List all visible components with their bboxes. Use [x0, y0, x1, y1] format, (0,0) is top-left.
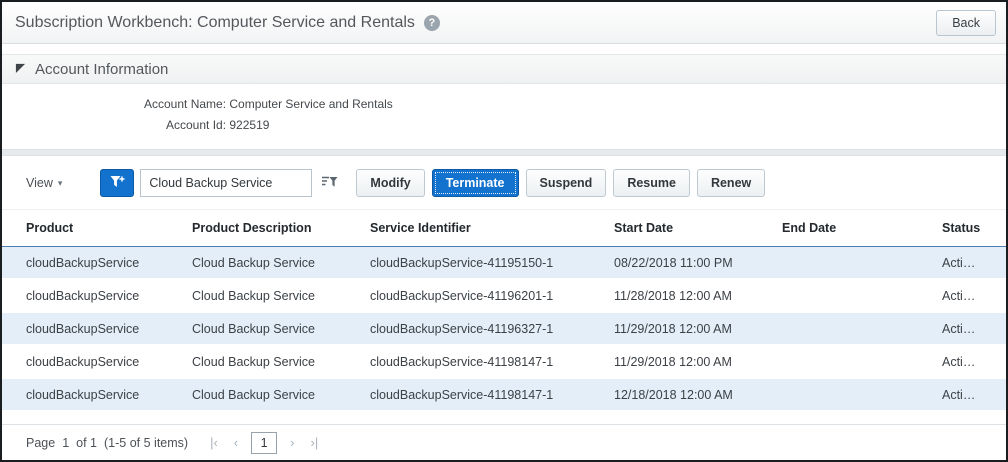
table-toolbar: View ▾ Modify Terminate Suspend [2, 156, 1006, 209]
table-body: cloudBackupService Cloud Backup Service … [2, 247, 1006, 412]
items-summary: (1-5 of 5 items) [104, 436, 188, 450]
page-number-text: 1 [62, 436, 69, 450]
table-row[interactable]: cloudBackupService Cloud Backup Service … [2, 313, 1006, 346]
pagination-bar: Page 1 of 1 (1-5 of 5 items) |‹ ‹ 1 › ›| [2, 424, 1006, 460]
column-header-start-date[interactable]: Start Date [614, 221, 782, 235]
column-header-service-identifier[interactable]: Service Identifier [370, 221, 614, 235]
query-filter-button[interactable] [314, 169, 344, 197]
column-header-end-date[interactable]: End Date [782, 221, 942, 235]
cell-status: Active [942, 289, 976, 303]
account-id-text: Account Id: 922519 [166, 118, 1006, 132]
next-page-icon[interactable]: › [282, 435, 302, 450]
funnel-lines-icon [321, 175, 338, 192]
cell-product: cloudBackupService [26, 256, 192, 270]
funnel-plus-icon [110, 175, 125, 192]
cell-service-identifier: cloudBackupService-41196201-1 [370, 289, 614, 303]
table-row[interactable]: cloudBackupService Cloud Backup Service … [2, 379, 1006, 412]
page-of-label: of 1 [76, 436, 97, 450]
modify-button[interactable]: Modify [356, 169, 424, 197]
account-section-title: Account Information [35, 61, 168, 78]
cell-status: Active [942, 256, 976, 270]
cell-service-identifier: cloudBackupService-41198147-1 [370, 388, 614, 402]
collapse-triangle-icon [15, 60, 26, 78]
column-header-status[interactable]: Status [942, 221, 980, 235]
cell-start-date: 08/22/2018 11:00 PM [614, 256, 782, 270]
cell-product-description: Cloud Backup Service [192, 256, 370, 270]
table-row[interactable]: cloudBackupService Cloud Backup Service … [2, 280, 1006, 313]
cell-status: Active [942, 322, 976, 336]
renew-button[interactable]: Renew [697, 169, 765, 197]
column-header-product[interactable]: Product [26, 221, 192, 235]
account-section-header[interactable]: Account Information [2, 54, 1006, 84]
cell-start-date: 11/29/2018 12:00 AM [614, 322, 782, 336]
page-input[interactable]: 1 [251, 432, 277, 454]
add-filter-button[interactable] [100, 169, 134, 197]
help-icon[interactable]: ? [424, 15, 440, 31]
filter-input[interactable] [140, 169, 312, 197]
action-button-group: Modify Terminate Suspend Resume Renew [356, 169, 765, 197]
cell-product-description: Cloud Backup Service [192, 322, 370, 336]
cell-start-date: 11/28/2018 12:00 AM [614, 289, 782, 303]
cell-product: cloudBackupService [26, 355, 192, 369]
account-name-text: Account Name: Computer Service and Renta… [144, 97, 1006, 111]
cell-start-date: 12/18/2018 12:00 AM [614, 388, 782, 402]
terminate-button[interactable]: Terminate [432, 169, 519, 197]
titlebar: Subscription Workbench: Computer Service… [2, 2, 1006, 44]
view-menu-button[interactable]: View ▾ [26, 176, 62, 190]
account-details: Account Name: Computer Service and Renta… [2, 84, 1006, 149]
cell-product: cloudBackupService [26, 388, 192, 402]
suspend-button[interactable]: Suspend [526, 169, 607, 197]
cell-product-description: Cloud Backup Service [192, 388, 370, 402]
cell-service-identifier: cloudBackupService-41195150-1 [370, 256, 614, 270]
account-information-section: Account Information Account Name: Comput… [2, 54, 1006, 149]
table-row[interactable]: cloudBackupService Cloud Backup Service … [2, 247, 1006, 280]
cell-product-description: Cloud Backup Service [192, 355, 370, 369]
cell-service-identifier: cloudBackupService-41196327-1 [370, 322, 614, 336]
table-row[interactable]: cloudBackupService Cloud Backup Service … [2, 346, 1006, 379]
table-header: Product Product Description Service Iden… [2, 209, 1006, 247]
cell-status: Active [942, 355, 976, 369]
cell-status: Active [942, 388, 976, 402]
cell-product: cloudBackupService [26, 322, 192, 336]
last-page-icon[interactable]: ›| [302, 435, 326, 450]
resume-button[interactable]: Resume [613, 169, 690, 197]
cell-product-description: Cloud Backup Service [192, 289, 370, 303]
view-menu-label: View [26, 176, 53, 190]
column-header-product-description[interactable]: Product Description [192, 221, 370, 235]
cell-service-identifier: cloudBackupService-41198147-1 [370, 355, 614, 369]
first-page-icon[interactable]: |‹ [202, 435, 226, 450]
back-button[interactable]: Back [936, 10, 996, 36]
cell-start-date: 11/29/2018 12:00 AM [614, 355, 782, 369]
cell-product: cloudBackupService [26, 289, 192, 303]
section-divider [2, 149, 1006, 156]
page-title: Subscription Workbench: Computer Service… [15, 14, 415, 32]
previous-page-icon[interactable]: ‹ [226, 435, 246, 450]
chevron-down-icon: ▾ [58, 178, 63, 189]
page-label: Page [26, 436, 55, 450]
subscription-workbench-window: Subscription Workbench: Computer Service… [0, 0, 1008, 462]
